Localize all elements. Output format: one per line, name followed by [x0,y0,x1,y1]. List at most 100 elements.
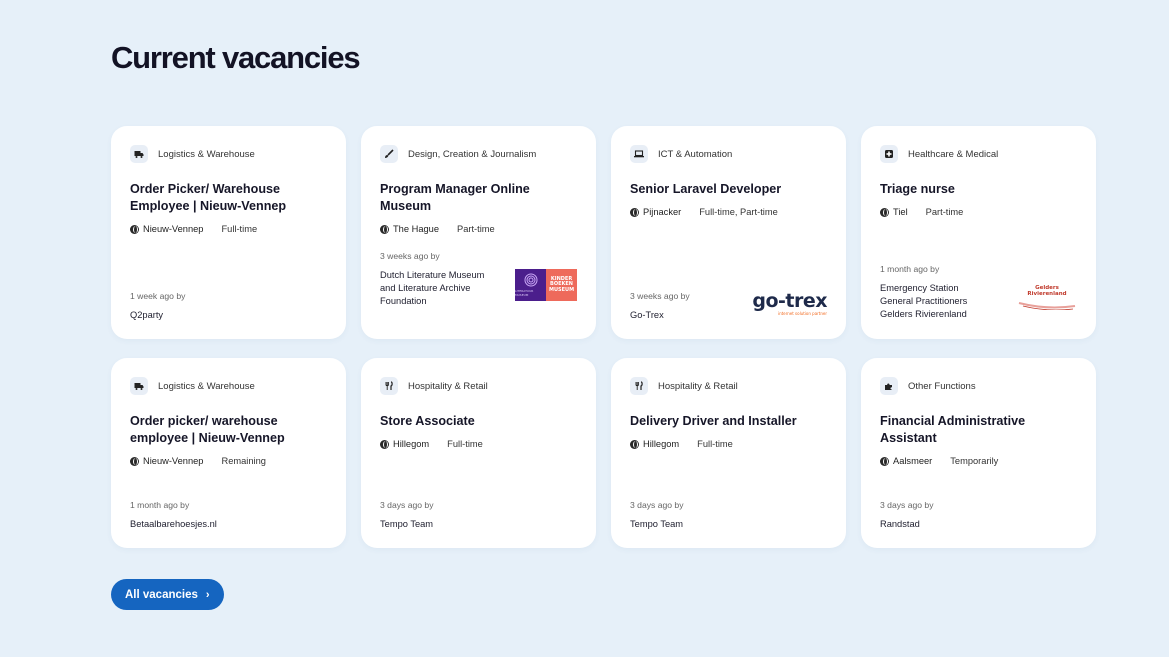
vacancy-footer: 3 days ago by Tempo Team [380,500,577,531]
location: Pijnacker [643,207,682,217]
location: Tiel [893,207,908,217]
employment-type: Full-time [447,439,483,449]
globe-icon [130,224,139,234]
company-name: Randstad [880,519,920,529]
category-label: ICT & Automation [658,148,733,160]
category-label: Hospitality & Retail [408,380,488,392]
swoosh-icon [1018,302,1076,311]
vacancy-meta: Nieuw-Vennep Remaining [130,456,327,466]
brush-icon [380,145,398,163]
laptop-icon [630,145,648,163]
vacancy-card[interactable]: Other Functions Financial Administrative… [861,358,1096,548]
cutlery-icon [380,377,398,395]
vacancy-card[interactable]: Logistics & Warehouse Order picker/ ware… [111,358,346,548]
employment-type: Full-time [221,224,258,234]
vacancy-footer: 3 days ago by Tempo Team [630,500,827,531]
category: Design, Creation & Journalism [380,145,577,163]
company-name: Tempo Team [630,519,684,529]
employment-type: Remaining [221,456,266,466]
location: Hillegom [393,439,430,449]
location: The Hague [393,224,439,234]
category-label: Hospitality & Retail [658,380,738,392]
employment-type: Part-time [457,224,495,234]
vacancy-card[interactable]: Design, Creation & Journalism Program Ma… [361,126,596,339]
vacancy-meta: Tiel Part-time [880,207,1077,217]
globe-icon [380,224,389,234]
posted-time: 3 days ago by [880,500,934,510]
vacancy-footer: 1 month ago by Betaalbarehoesjes.nl [130,500,327,531]
company-logo: LITERATUUR MUSEUM KINDER BOEKEN MUSEUM [515,269,577,301]
vacancy-footer: 3 days ago by Randstad [880,500,1077,531]
globe-icon [130,456,139,466]
vacancy-title[interactable]: Triage nurse [880,181,1077,198]
vacancy-title[interactable]: Delivery Driver and Installer [630,413,827,430]
company-name: Q2party [130,310,164,320]
employment-type: Temporarily [950,456,999,466]
vacancy-title[interactable]: Financial Administrative Assistant [880,413,1077,447]
chevron-right-icon: › [205,588,210,601]
medical-cross-icon [880,145,898,163]
company-name: Emergency Station General Practitioners … [880,283,968,319]
category: Logistics & Warehouse [130,145,327,163]
location: Nieuw-Vennep [143,456,204,466]
category: Healthcare & Medical [880,145,1077,163]
vacancy-meta: Nieuw-Vennep Full-time [130,224,327,234]
location: Hillegom [643,439,680,449]
vacancy-meta: Hillegom Full-time [380,439,577,449]
employment-type: Full-time [697,439,733,449]
company-name: Tempo Team [380,519,434,529]
location: Nieuw-Vennep [143,224,204,234]
category: Hospitality & Retail [630,377,827,395]
category-label: Healthcare & Medical [908,148,999,160]
vacancy-card[interactable]: Logistics & Warehouse Order Picker/ Ware… [111,126,346,339]
all-vacancies-button[interactable]: All vacancies › [111,579,224,610]
vacancy-card[interactable]: Hospitality & Retail Store Associate Hil… [361,358,596,548]
category-label: Design, Creation & Journalism [408,148,537,160]
company-name: Betaalbarehoesjes.nl [130,519,217,529]
employment-type: Part-time [925,207,964,217]
vacancy-card[interactable]: Healthcare & Medical Triage nurse Tiel P… [861,126,1096,339]
vacancy-title[interactable]: Order picker/ warehouse employee | Nieuw… [130,413,327,447]
company-logo: go-trex internet solution partner [752,290,827,316]
category: ICT & Automation [630,145,827,163]
vacancy-footer: 1 week ago by Q2party [130,291,327,322]
vacancy-meta: Hillegom Full-time [630,439,827,449]
vacancy-title[interactable]: Store Associate [380,413,577,430]
vacancy-title[interactable]: Program Manager Online Museum [380,181,577,215]
puzzle-icon [880,377,898,395]
posted-time: 3 days ago by [630,500,684,510]
vacancy-meta: Aalsmeer Temporarily [880,456,1077,466]
category-label: Other Functions [908,380,976,392]
globe-icon [880,456,889,466]
category-label: Logistics & Warehouse [158,148,255,160]
company-name: Dutch Literature Museum and Literature A… [380,270,485,306]
vacancy-card[interactable]: ICT & Automation Senior Laravel Develope… [611,126,846,339]
truck-icon [130,145,148,163]
globe-icon [380,439,389,449]
category: Hospitality & Retail [380,377,577,395]
posted-time: 1 week ago by [130,291,186,301]
globe-icon [630,207,639,217]
category-label: Logistics & Warehouse [158,380,255,392]
vacancy-title[interactable]: Senior Laravel Developer [630,181,827,198]
vacancy-grid: Logistics & Warehouse Order Picker/ Ware… [111,126,1096,548]
globe-icon [630,439,639,449]
company-logo: Gelders Rivierenland [1017,278,1077,311]
category: Logistics & Warehouse [130,377,327,395]
posted-time: 1 month ago by [880,264,940,274]
globe-icon [880,207,889,217]
truck-icon [130,377,148,395]
category: Other Functions [880,377,1077,395]
posted-time: 1 month ago by [130,500,190,510]
location: Aalsmeer [893,456,933,466]
vacancy-meta: Pijnacker Full-time, Part-time [630,207,827,217]
posted-time: 3 weeks ago by [380,251,440,261]
page-title: Current vacancies [111,40,361,75]
vacancy-title[interactable]: Order Picker/ Warehouse Employee | Nieuw… [130,181,327,215]
fingerprint-icon [524,273,537,287]
employment-type: Full-time, Part-time [699,207,778,217]
vacancy-meta: The Hague Part-time [380,224,577,234]
vacancy-card[interactable]: Hospitality & Retail Delivery Driver and… [611,358,846,548]
all-vacancies-label: All vacancies [125,588,198,601]
posted-time: 3 days ago by [380,500,434,510]
